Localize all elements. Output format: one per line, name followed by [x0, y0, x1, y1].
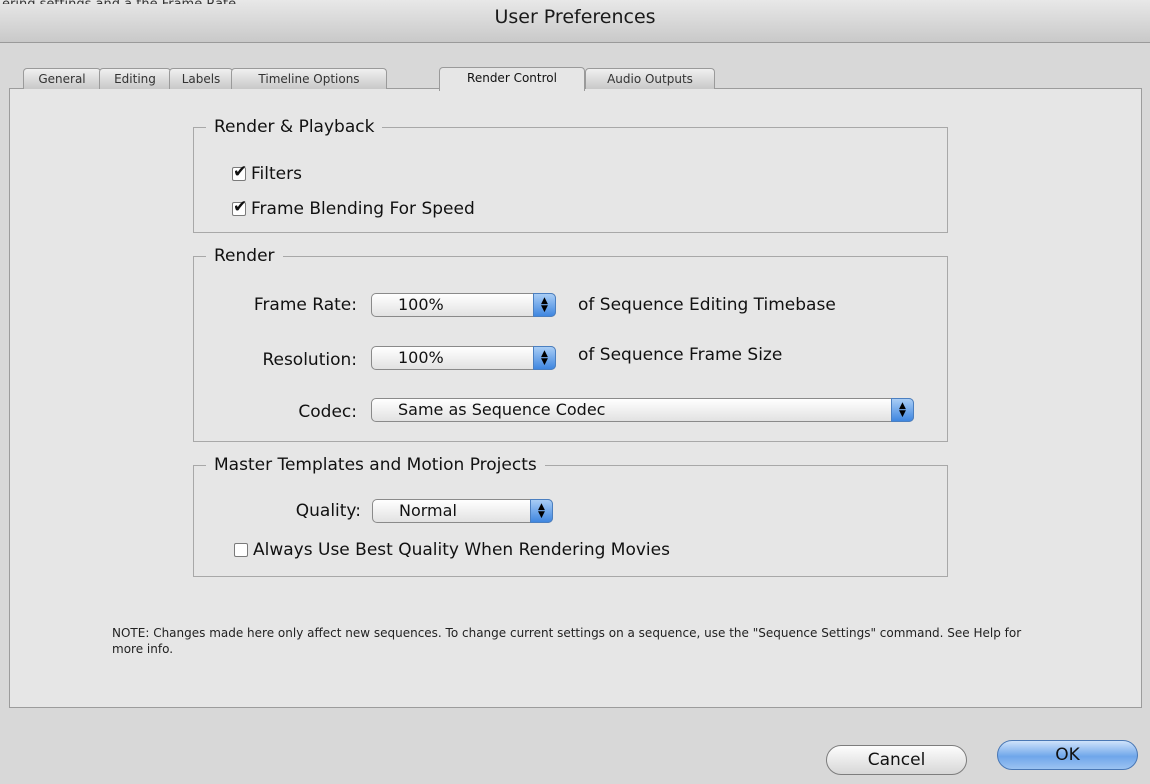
tab-audio-outputs[interactable]: Audio Outputs	[585, 68, 715, 89]
popup-arrows-icon: ▲ ▼	[891, 398, 914, 422]
frame-rate-suffix: of Sequence Editing Timebase	[578, 295, 836, 315]
best-quality-checkbox-row[interactable]: Always Use Best Quality When Rendering M…	[234, 540, 670, 560]
cancel-button[interactable]: Cancel	[826, 745, 967, 775]
master-templates-legend: Master Templates and Motion Projects	[206, 453, 545, 477]
resolution-value: 100%	[398, 348, 444, 367]
render-playback-group: Render & Playback Filters Frame Blending…	[193, 115, 948, 233]
frame-rate-label: Frame Rate:	[253, 295, 357, 315]
ok-button[interactable]: OK	[997, 740, 1138, 770]
resolution-label: Resolution:	[262, 350, 357, 370]
render-playback-legend: Render & Playback	[206, 115, 383, 139]
frame-rate-value: 100%	[398, 295, 444, 314]
frame-blending-label: Frame Blending For Speed	[251, 199, 475, 219]
frame-blending-checkbox-row[interactable]: Frame Blending For Speed	[232, 197, 475, 219]
render-legend: Render	[206, 244, 283, 268]
resolution-popup[interactable]: 100% ▲ ▼	[371, 346, 556, 370]
tab-render-control[interactable]: Render Control	[439, 67, 585, 91]
quality-label: Quality:	[295, 501, 361, 521]
master-templates-group: Master Templates and Motion Projects Qua…	[193, 453, 948, 577]
frame-blending-checkbox[interactable]	[232, 197, 247, 217]
tab-timeline-options[interactable]: Timeline Options	[231, 68, 387, 89]
tab-editing[interactable]: Editing	[99, 68, 171, 89]
tab-labels[interactable]: Labels	[169, 68, 233, 89]
resolution-suffix: of Sequence Frame Size	[578, 345, 783, 365]
codec-value: Same as Sequence Codec	[398, 400, 606, 419]
note-text: NOTE: Changes made here only affect new …	[112, 626, 1022, 656]
popup-arrows-icon: ▲ ▼	[530, 499, 553, 523]
filters-label: Filters	[251, 164, 302, 184]
caption-strip: ering settings and a the Frame Rate	[0, 0, 562, 4]
codec-label: Codec:	[298, 402, 357, 422]
quality-popup[interactable]: Normal ▲ ▼	[372, 499, 553, 523]
render-group: Render Frame Rate: 100% ▲ ▼ of Sequence E…	[193, 244, 948, 442]
popup-arrows-icon: ▲ ▼	[533, 293, 556, 317]
best-quality-checkbox[interactable]	[234, 543, 248, 557]
frame-rate-popup[interactable]: 100% ▲ ▼	[371, 293, 556, 317]
title-bar: ering settings and a the Frame Rate User…	[0, 0, 1150, 43]
best-quality-label: Always Use Best Quality When Rendering M…	[253, 540, 670, 560]
filters-checkbox-row[interactable]: Filters	[232, 162, 302, 184]
filters-checkbox[interactable]	[232, 162, 247, 182]
quality-value: Normal	[399, 501, 457, 520]
tab-general[interactable]: General	[23, 68, 101, 89]
window-title: User Preferences	[494, 6, 656, 28]
popup-arrows-icon: ▲ ▼	[533, 346, 556, 370]
codec-popup[interactable]: Same as Sequence Codec ▲ ▼	[371, 398, 914, 422]
